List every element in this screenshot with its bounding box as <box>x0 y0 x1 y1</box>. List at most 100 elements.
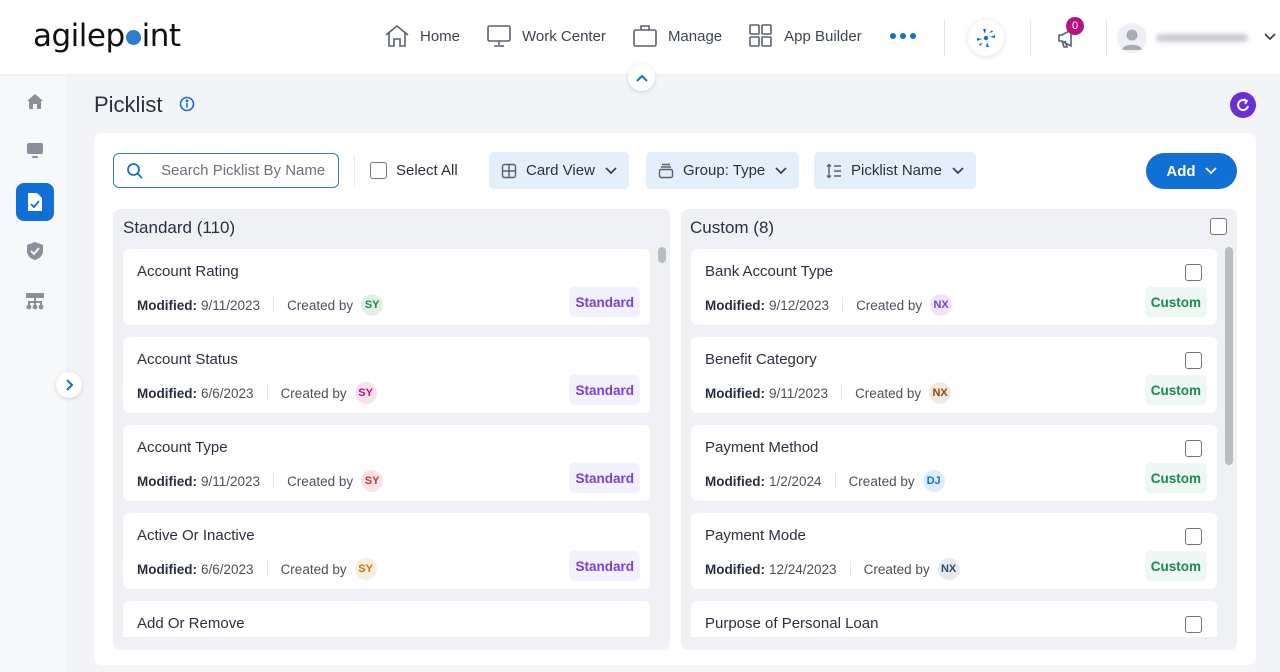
modified-date: 6/6/2023 <box>201 561 254 577</box>
picklist-card[interactable]: Account Type Modified: 9/11/2023 Created by… <box>123 425 650 501</box>
modified-date: 6/6/2023 <box>201 385 254 401</box>
user-name-blurred[interactable] <box>1156 34 1248 42</box>
type-tag: Standard <box>569 287 640 317</box>
select-all-box[interactable] <box>370 162 387 179</box>
type-tag: Custom <box>1144 463 1207 493</box>
creator-avatar[interactable]: NX <box>930 294 953 316</box>
created-by-label: Created by <box>280 385 347 401</box>
sidebar-item-home[interactable] <box>16 83 54 121</box>
search-input[interactable] <box>161 162 331 179</box>
custom-card-list: Bank Account Type Modified: 9/12/2023 Creat… <box>691 249 1217 637</box>
sort-icon <box>826 163 841 178</box>
picklist-name[interactable]: Account Status <box>137 351 238 368</box>
picklist-name[interactable]: Account Rating <box>137 263 239 280</box>
group-dropdown[interactable]: Group: Type <box>646 152 800 189</box>
card-select-checkbox[interactable] <box>1185 264 1202 281</box>
creator-avatar[interactable]: NX <box>937 558 960 580</box>
standard-group-title: Standard (110) <box>123 218 236 237</box>
sidebar-item-security[interactable] <box>16 232 54 270</box>
created-by-label: Created by <box>863 561 930 577</box>
nav-home[interactable]: Home <box>384 24 460 48</box>
sidebar-item-hierarchy[interactable] <box>16 282 54 320</box>
logo-text-end: int <box>141 18 181 54</box>
notification-badge: 0 <box>1066 17 1084 35</box>
picklist-card[interactable]: Payment Mode Modified: 12/24/2023 Created b… <box>691 513 1217 589</box>
picklist-name[interactable]: Benefit Category <box>705 351 817 368</box>
expand-sidebar-button[interactable] <box>56 372 82 398</box>
creator-avatar[interactable]: DJ <box>922 470 945 492</box>
picklist-name[interactable]: Account Type <box>137 439 228 456</box>
picklist-name[interactable]: Active Or Inactive <box>137 527 255 544</box>
creator-avatar[interactable]: NX <box>929 382 952 404</box>
creator-avatar[interactable]: SY <box>361 294 384 316</box>
select-all-checkbox[interactable]: Select All <box>370 162 458 179</box>
created-by-label: Created by <box>855 385 922 401</box>
pinwheel-icon <box>977 29 995 47</box>
type-tag: Standard <box>569 375 640 405</box>
view-dropdown-label: Card View <box>526 162 595 179</box>
info-icon[interactable] <box>179 96 195 112</box>
created-by-label: Created by <box>280 561 347 577</box>
card-select-checkbox[interactable] <box>1185 352 1202 369</box>
picklist-card[interactable]: Payment Method Modified: 1/2/2024 Created b… <box>691 425 1217 501</box>
creator-avatar[interactable]: SY <box>354 558 377 580</box>
creator-avatar[interactable]: SY <box>354 382 377 404</box>
standard-scroll-thumb[interactable] <box>658 247 666 263</box>
standard-scrollbar[interactable] <box>658 247 666 638</box>
picklist-card[interactable]: Account Status Modified: 6/6/2023 Created b… <box>123 337 650 413</box>
sort-dropdown-label: Picklist Name <box>851 162 942 179</box>
picklist-name[interactable]: Payment Method <box>705 439 818 456</box>
picklist-name[interactable]: Bank Account Type <box>705 263 833 280</box>
chevron-right-icon <box>66 379 73 391</box>
picklist-card[interactable]: Bank Account Type Modified: 9/12/2023 Creat… <box>691 249 1217 325</box>
chevron-down-icon[interactable] <box>1263 32 1277 42</box>
card-select-checkbox[interactable] <box>1185 528 1202 545</box>
agilepoint-logo[interactable]: agilep int <box>33 18 181 54</box>
modified-label: Modified: <box>137 473 197 489</box>
meta-divider <box>834 473 836 489</box>
nav-manage[interactable]: Manage <box>632 24 722 48</box>
creator-avatar[interactable]: SY <box>361 470 384 492</box>
custom-scrollbar[interactable] <box>1225 247 1233 638</box>
sidebar-item-picklist[interactable] <box>16 183 54 221</box>
add-button-label: Add <box>1166 162 1196 180</box>
briefcase-icon <box>633 25 657 47</box>
modified-label: Modified: <box>705 385 765 401</box>
add-button[interactable]: Add <box>1146 153 1237 189</box>
custom-scroll-thumb[interactable] <box>1225 247 1233 465</box>
card-select-checkbox[interactable] <box>1185 440 1202 457</box>
nav-work-center[interactable]: Work Center <box>486 24 606 48</box>
picklist-card[interactable]: Purpose of Personal Loan <box>691 601 1217 637</box>
picklist-card[interactable]: Benefit Category Modified: 9/11/2023 Create… <box>691 337 1217 413</box>
picklist-name[interactable]: Purpose of Personal Loan <box>705 615 878 632</box>
picklist-name[interactable]: Add Or Remove <box>137 615 245 632</box>
view-dropdown[interactable]: Card View <box>489 152 629 189</box>
picklist-card[interactable]: Account Rating Modified: 9/11/2023 Created … <box>123 249 650 325</box>
card-meta: Modified: 6/6/2023 Created by SY <box>137 382 377 404</box>
picklist-card[interactable]: Active Or Inactive Modified: 6/6/2023 Creat… <box>123 513 650 589</box>
collapse-header-button[interactable] <box>628 64 655 91</box>
search-field[interactable] <box>113 153 339 188</box>
sidebar-item-work-center[interactable] <box>16 132 54 170</box>
chevron-up-icon <box>635 74 648 82</box>
refresh-button[interactable] <box>1230 92 1256 118</box>
shield-check-icon <box>27 242 43 260</box>
type-tag: Standard <box>569 551 640 581</box>
more-horizontal-icon[interactable] <box>889 33 916 39</box>
user-avatar[interactable] <box>1117 23 1147 53</box>
nav-app-builder[interactable]: App Builder <box>748 24 862 48</box>
agilepoint-assistant-button[interactable] <box>968 20 1004 56</box>
select-custom-group-checkbox[interactable] <box>1210 218 1227 235</box>
picklist-name[interactable]: Payment Mode <box>705 527 806 544</box>
sort-dropdown[interactable]: Picklist Name <box>814 152 976 189</box>
modified-label: Modified: <box>137 385 197 401</box>
card-select-checkbox[interactable] <box>1185 616 1202 633</box>
created-by-label: Created by <box>848 473 915 489</box>
picklist-card[interactable]: Add Or Remove <box>123 601 650 637</box>
modified-date: 1/2/2024 <box>769 473 822 489</box>
grid-icon <box>749 24 772 47</box>
monitor-icon <box>487 25 511 47</box>
home-icon <box>27 94 43 109</box>
nav-home-label: Home <box>420 27 461 45</box>
refresh-icon <box>1237 98 1249 112</box>
